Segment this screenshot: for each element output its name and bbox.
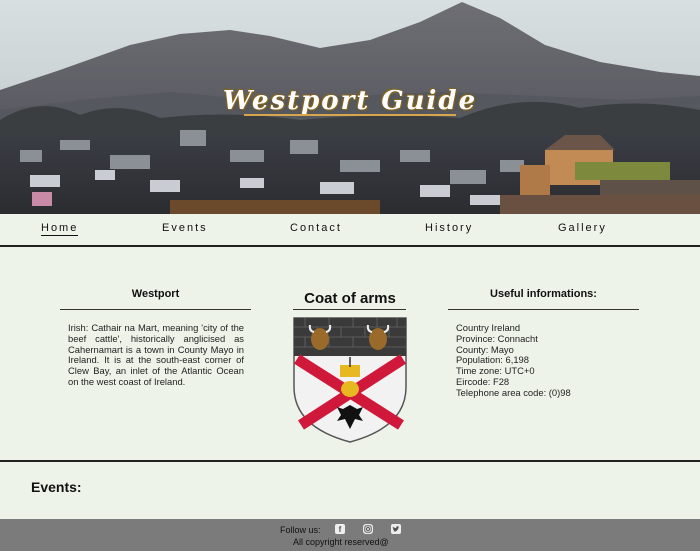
site-title: Westport Guide — [222, 86, 478, 116]
info-line: Province: Connacht — [456, 332, 538, 344]
hero-banner: Westport Guide — [0, 0, 700, 214]
nav-home[interactable]: Home — [41, 222, 79, 236]
footer: Follow us: f All copyright reserved@ — [0, 519, 700, 551]
info-heading: Useful informations: — [490, 288, 597, 300]
nav-events[interactable]: Events — [162, 222, 208, 234]
info-line: Telephone area code: (0)98 — [456, 386, 571, 398]
westport-heading: Westport — [131, 288, 180, 300]
coat-of-arms-image — [293, 317, 407, 443]
follow-label: Follow us: — [280, 525, 321, 535]
westport-description: Irish: Cathair na Mart, meaning 'city of… — [68, 322, 244, 387]
events-heading: Events: — [31, 479, 82, 495]
title-underline — [244, 114, 456, 116]
coat-rule — [293, 309, 406, 310]
main-nav: Home Events Contact History Gallery — [0, 214, 700, 247]
twitter-icon[interactable] — [391, 524, 401, 534]
facebook-icon[interactable]: f — [335, 524, 345, 534]
nav-contact[interactable]: Contact — [290, 222, 342, 234]
instagram-icon[interactable] — [363, 524, 373, 534]
copyright-text: All copyright reserved@ — [293, 537, 389, 547]
coat-heading: Coat of arms — [304, 290, 396, 307]
info-list: Country Ireland Province: Connacht Count… — [456, 322, 571, 399]
westport-rule — [60, 309, 251, 310]
nav-history[interactable]: History — [425, 222, 473, 234]
info-rule — [448, 309, 639, 310]
nav-gallery[interactable]: Gallery — [558, 222, 607, 234]
section-divider — [0, 460, 700, 462]
